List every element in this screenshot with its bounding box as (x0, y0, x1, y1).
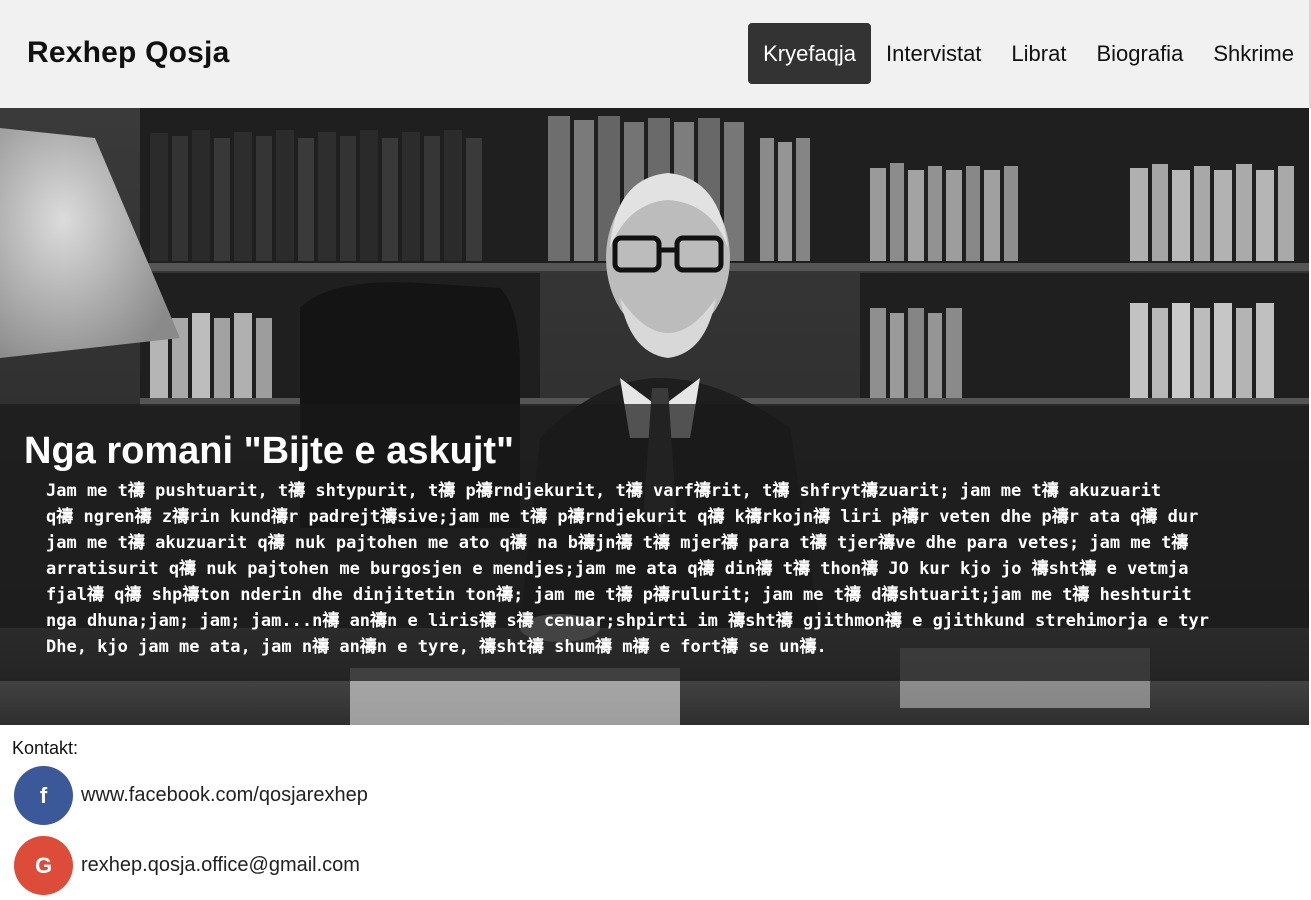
email-address[interactable]: rexhep.qosja.office@gmail.com (81, 854, 360, 877)
hero-quote-line: fjal禱 q禱 shp禱ton nderin dhe dinjitetin t… (46, 585, 1192, 605)
hero-quote-line: Jam me t禱 pushtuarit, t禱 shtypurit, t禱 p… (46, 481, 1162, 501)
google-glyph: G (34, 852, 53, 878)
nav-link-librat[interactable]: Librat (996, 23, 1081, 84)
google-icon[interactable]: G (14, 836, 73, 895)
site-brand[interactable]: Rexhep Qosja (27, 36, 229, 70)
hero-quote-line: nga dhuna;jam; jam; jam...n禱 an禱n e liri… (46, 611, 1209, 631)
contact-section: Kontakt: f www.facebook.com/qosjarexhep … (0, 725, 1311, 900)
nav-link-biografia[interactable]: Biografia (1081, 23, 1198, 84)
hero-quote-line: Dhe, kjo jam me ata, jam n禱 an禱n e tyre,… (46, 637, 827, 657)
hero-quote-line: arratisurit q禱 nuk pajtohen me burgosjen… (46, 559, 1189, 579)
facebook-glyph: f (39, 782, 48, 808)
facebook-url[interactable]: www.facebook.com/qosjarexhep (81, 784, 368, 807)
hero-quote-line: jam me t禱 akuzuarit q禱 nuk pajtohen me a… (46, 533, 1189, 553)
nav-links: Kryefaqja Intervistat Librat Biografia S… (748, 23, 1309, 84)
nav-link-shkrime[interactable]: Shkrime (1198, 23, 1309, 84)
facebook-icon[interactable]: f (14, 766, 73, 825)
contact-heading: Kontakt: (12, 738, 79, 758)
hero-title: Nga romani "Bijte e askujt" (24, 430, 515, 472)
hero-banner: Nga romani "Bijte e askujt" Jam me t禱 pu… (0, 108, 1309, 725)
hero-quote: Jam me t禱 pushtuarit, t禱 shtypurit, t禱 p… (46, 478, 1309, 660)
hero-quote-line: q禱 ngren禱 z禱rin kund禱r padrejt禱sive;jam … (46, 507, 1199, 527)
nav-link-intervistat[interactable]: Intervistat (871, 23, 996, 84)
facebook-contact-link[interactable]: f www.facebook.com/qosjarexhep (14, 766, 368, 825)
google-contact-link[interactable]: G rexhep.qosja.office@gmail.com (14, 836, 360, 895)
navbar: Rexhep Qosja Kryefaqja Intervistat Libra… (0, 0, 1311, 108)
nav-link-kryefaqja[interactable]: Kryefaqja (748, 23, 872, 84)
